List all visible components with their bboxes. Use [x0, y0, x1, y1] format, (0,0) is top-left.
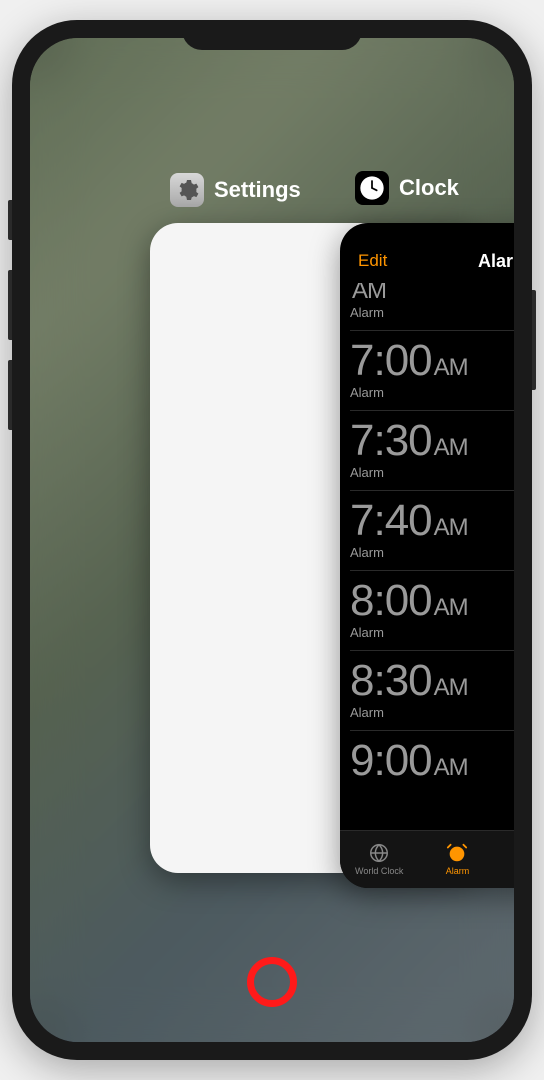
- settings-app-icon: [170, 173, 204, 207]
- clock-tab-bar: World Clock Alarm Stopw: [340, 830, 514, 888]
- alarm-list[interactable]: AM Alarm 7:00AM Alarm 7:30AM Alarm 7:40A…: [340, 283, 514, 830]
- globe-icon: [368, 842, 390, 864]
- tab-label: World Clock: [355, 866, 403, 876]
- alarm-time: 7:40AM: [350, 499, 514, 543]
- clock-header: Edit Alarm: [340, 223, 514, 283]
- alarm-time: 8:30AM: [350, 659, 514, 703]
- clock-face-icon: [358, 174, 386, 202]
- app-switcher-label-clock: Clock: [355, 171, 459, 205]
- tab-label: Alarm: [446, 866, 470, 876]
- alarm-label: Alarm: [350, 625, 514, 640]
- alarm-time: AM: [350, 283, 514, 303]
- clock-label-text: Clock: [399, 175, 459, 201]
- alarm-label: Alarm: [350, 545, 514, 560]
- alarm-label: Alarm: [350, 465, 514, 480]
- gear-icon: [175, 178, 199, 202]
- alarm-row[interactable]: 7:00AM Alarm: [350, 331, 514, 411]
- annotation-circle-icon: [247, 957, 297, 1007]
- alarm-screen-title: Alarm: [478, 251, 514, 272]
- phone-frame: Settings Clock Edit Alarm: [12, 20, 532, 1060]
- alarm-row[interactable]: 7:30AM Alarm: [350, 411, 514, 491]
- tab-alarm[interactable]: Alarm: [418, 842, 496, 876]
- screen: Settings Clock Edit Alarm: [30, 38, 514, 1042]
- clock-app-card[interactable]: Edit Alarm AM Alarm 7:00AM Alarm 7:30AM …: [340, 223, 514, 888]
- alarm-row[interactable]: 8:30AM Alarm: [350, 651, 514, 731]
- home-gesture-annotation: [247, 957, 297, 1007]
- tab-stopwatch[interactable]: Stopw: [497, 842, 514, 876]
- alarm-label: Alarm: [350, 705, 514, 720]
- tab-world-clock[interactable]: World Clock: [340, 842, 418, 876]
- alarm-label: Alarm: [350, 385, 514, 400]
- alarm-row[interactable]: AM Alarm: [350, 283, 514, 331]
- alarm-label: Alarm: [350, 305, 514, 320]
- app-switcher[interactable]: Settings Clock Edit Alarm: [30, 38, 514, 1042]
- volume-up-button[interactable]: [8, 270, 12, 340]
- edit-button[interactable]: Edit: [358, 251, 387, 271]
- app-switcher-label-settings: Settings: [170, 173, 301, 207]
- clock-app-icon: [355, 171, 389, 205]
- alarm-row[interactable]: 7:40AM Alarm: [350, 491, 514, 571]
- alarm-time: 8:00AM: [350, 579, 514, 623]
- alarm-time: 7:30AM: [350, 419, 514, 463]
- power-button[interactable]: [532, 290, 536, 390]
- alarm-time: 9:00AM: [350, 739, 514, 783]
- alarm-row[interactable]: 8:00AM Alarm: [350, 571, 514, 651]
- alarm-row[interactable]: 9:00AM: [350, 731, 514, 793]
- volume-down-button[interactable]: [8, 360, 12, 430]
- mute-switch[interactable]: [8, 200, 12, 240]
- alarm-clock-icon: [446, 842, 468, 864]
- alarm-time: 7:00AM: [350, 339, 514, 383]
- settings-label-text: Settings: [214, 177, 301, 203]
